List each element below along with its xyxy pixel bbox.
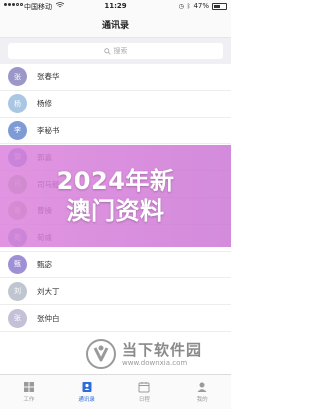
avatar: 张 [8,308,27,328]
person-icon [197,382,207,392]
contact-name: 杨修 [37,99,52,109]
battery-percent: 47% [193,2,209,10]
grid-icon [23,382,34,392]
contact-row[interactable]: 张张仲白 [0,305,231,332]
avatar: 甄 [8,254,27,274]
contacts-icon [82,382,92,392]
avatar: 杨 [8,94,27,114]
contact-name: 张仲白 [37,313,60,323]
status-bar: 中国移动 11:29 ◷ ᛒ 47% [0,0,231,14]
site-url: www.downxia.com [122,358,188,367]
contact-row[interactable]: 李李秘书 [0,118,231,145]
contact-name: 甄宓 [37,259,52,269]
alarm-icon: ◷ [178,2,184,10]
contact-row[interactable]: 刘刘大丁 [0,278,231,306]
contact-row[interactable]: 杨杨修 [0,91,231,118]
site-name: 当下软件园 [122,340,203,359]
avatar: 张 [8,67,27,87]
battery-icon [212,2,227,10]
search-placeholder: 搜索 [113,47,128,55]
tab-label: 工作 [23,397,35,403]
bluetooth-icon: ᛒ [186,2,191,10]
search-input[interactable]: 搜索 [8,43,223,59]
site-logo-icon [86,339,116,369]
contact-row[interactable]: 甄甄宓 [0,252,231,279]
tab-person[interactable]: 我的 [173,375,231,409]
contact-row[interactable]: 张张春华 [0,64,231,91]
calendar-icon [138,382,150,393]
tab-grid[interactable]: 工作 [0,375,58,409]
overlay-text-line-2: 澳门资料 [66,197,165,225]
tab-label: 日程 [138,397,150,403]
contact-name: 李秘书 [37,125,60,135]
contact-name: 刘大丁 [37,286,60,296]
tab-label: 通讯录 [78,397,95,403]
tab-calendar[interactable]: 日程 [116,375,174,409]
search-bar-container: 搜索 [0,38,231,64]
avatar: 李 [8,120,27,140]
tab-contacts[interactable]: 通讯录 [58,375,116,409]
avatar: 刘 [8,281,27,301]
contact-name: 张春华 [37,72,60,82]
overlay-text-line-1: 2024年新 [56,167,175,195]
site-watermark-logo: 当下软件园 www.downxia.com [86,337,226,371]
tab-bar: 工作 通讯录 日程 我的 [0,374,231,409]
tab-label: 我的 [196,397,208,403]
search-icon [103,47,111,55]
promo-overlay-banner: 2024年新 澳门资料 [0,145,231,247]
page-title: 通讯录 [0,14,231,38]
